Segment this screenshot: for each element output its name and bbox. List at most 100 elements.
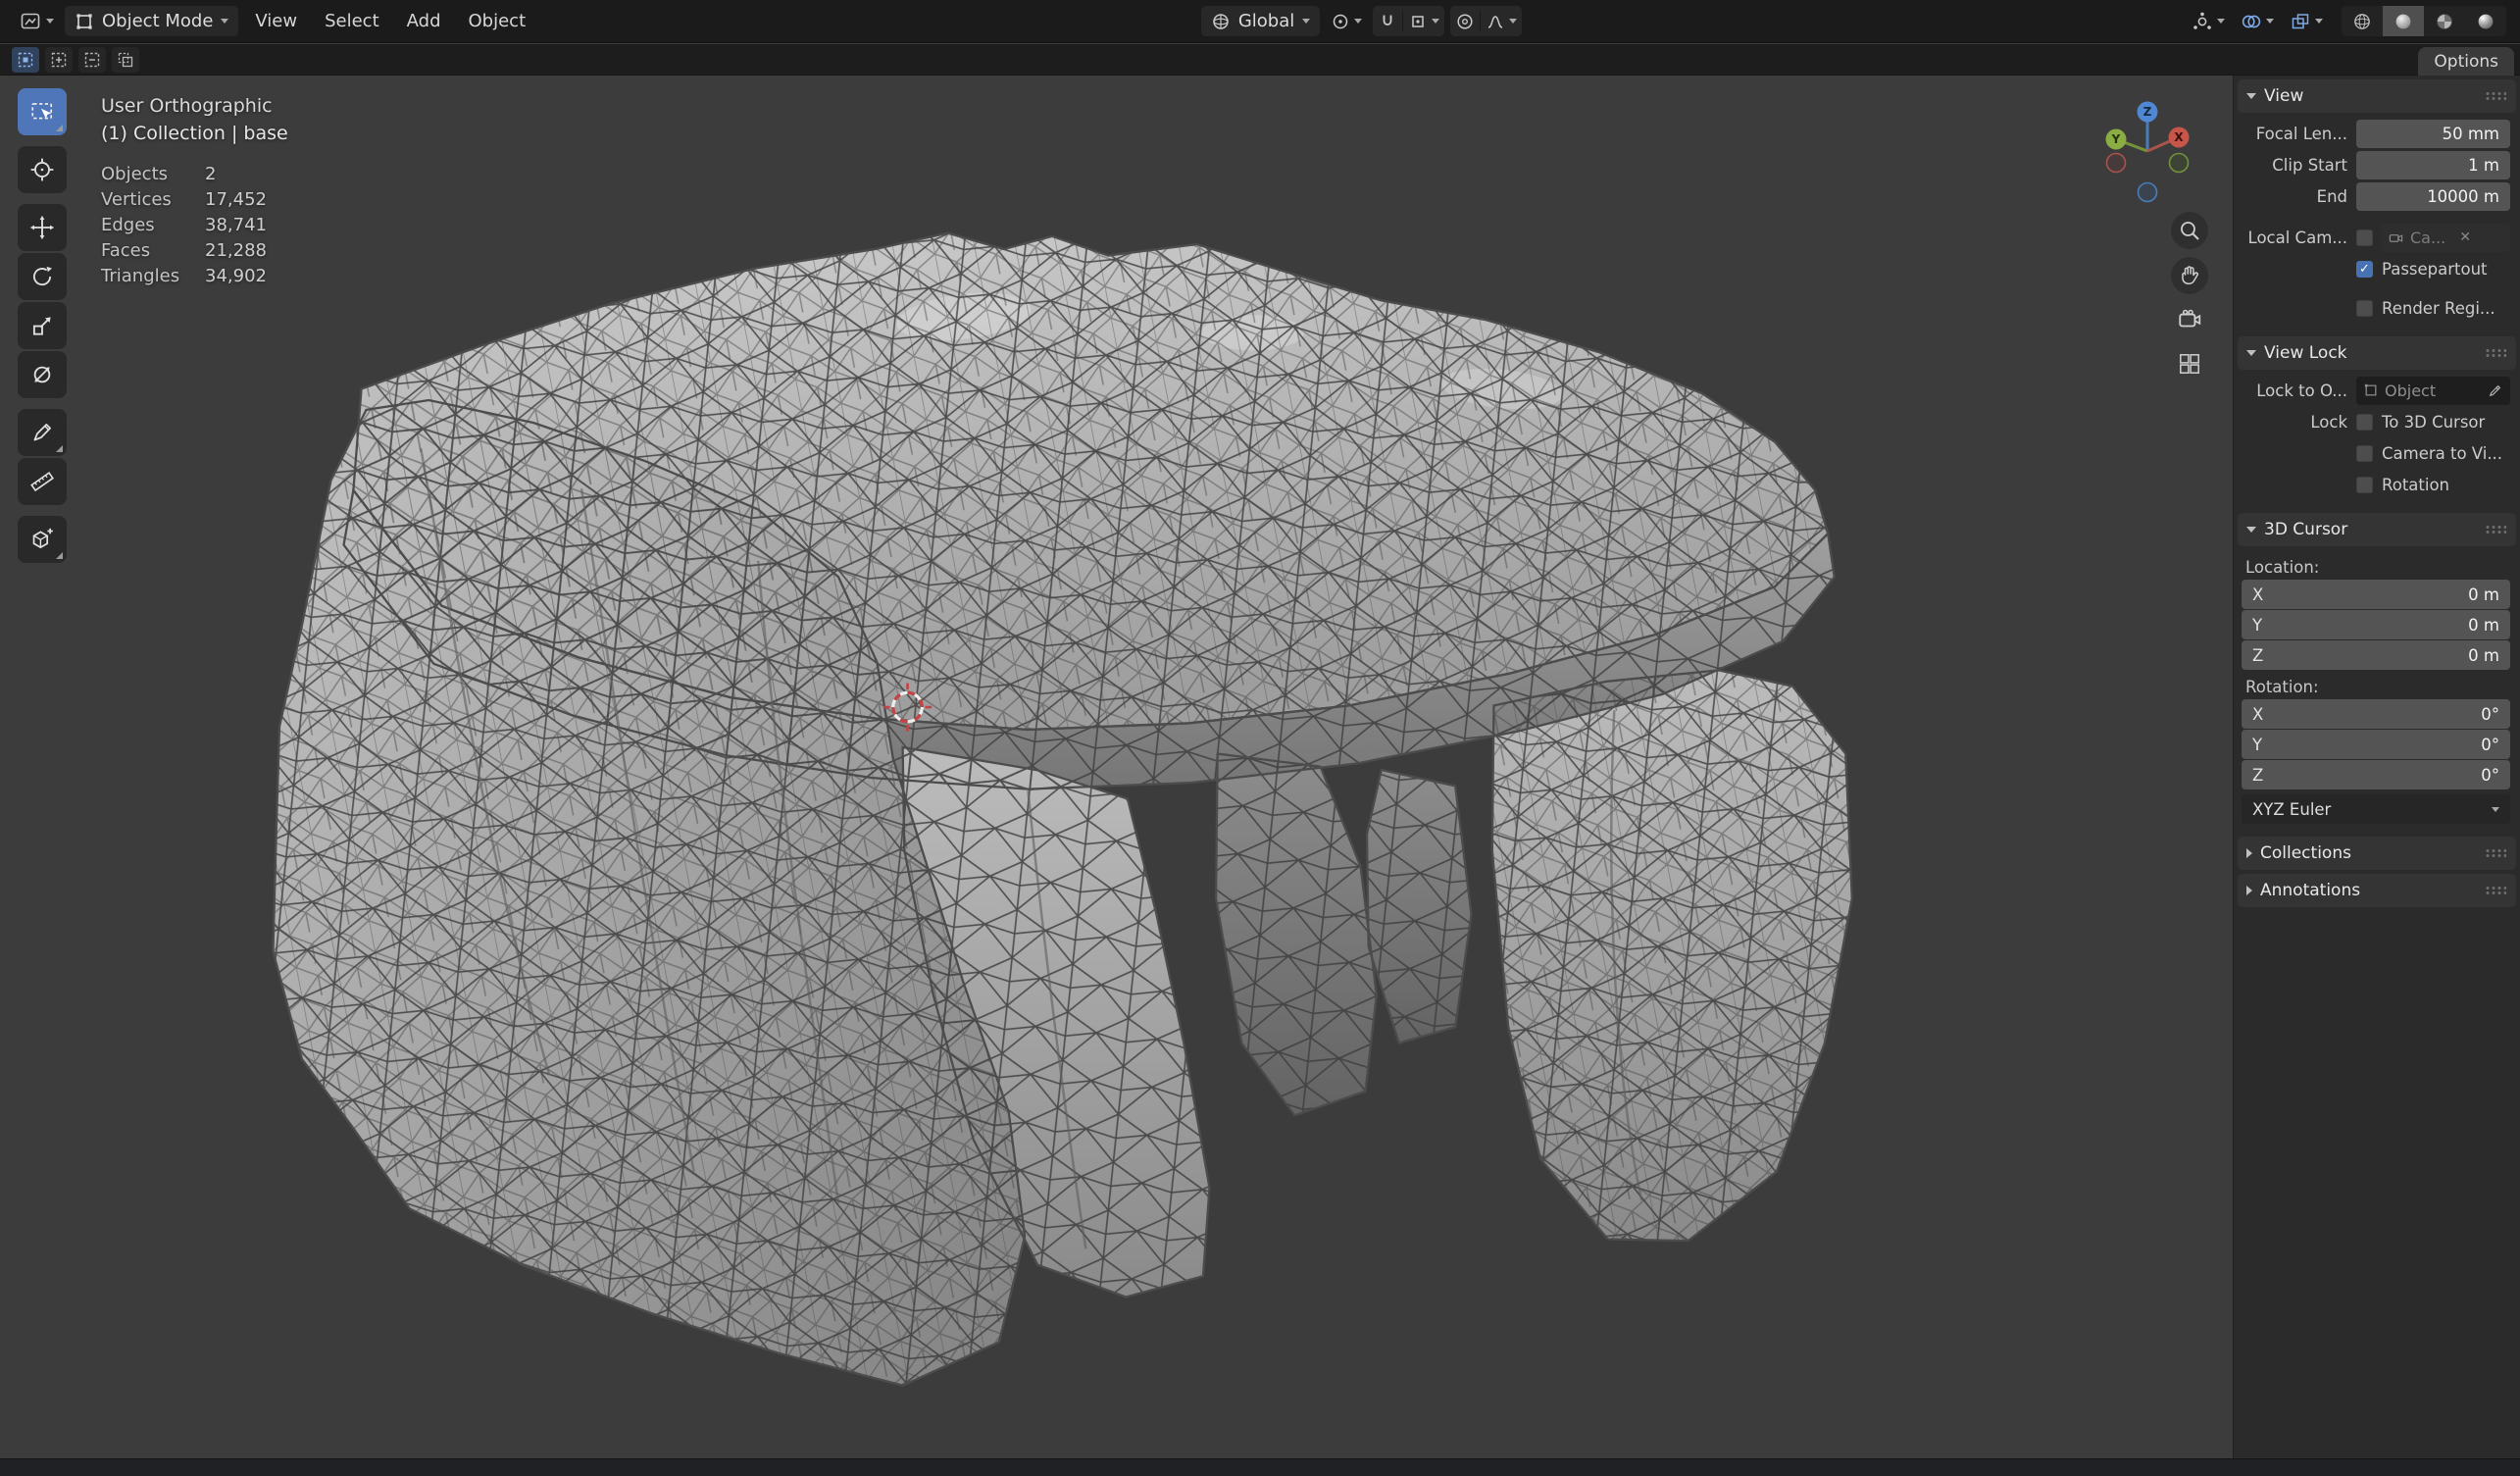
select-mode-set-button[interactable] (12, 47, 39, 73)
eyedropper-icon[interactable] (2489, 383, 2502, 397)
magnet-icon (1378, 12, 1397, 31)
stat-row: Faces21,288 (101, 238, 288, 264)
menu-add[interactable]: Add (396, 6, 452, 36)
proportional-falloff-dropdown[interactable] (1481, 6, 1522, 36)
material-sphere-icon (2435, 12, 2454, 31)
cursor-location-x-field[interactable]: X 0 m (2242, 580, 2510, 609)
clip-end-field[interactable]: 10000 m (2356, 182, 2510, 211)
tool-select-box[interactable] (18, 88, 67, 135)
close-icon[interactable]: ✕ (2459, 229, 2471, 245)
shading-rendered-button[interactable] (2465, 6, 2506, 36)
navigation-gizmo[interactable]: Z Y X (2087, 90, 2208, 212)
transform-orientation-dropdown[interactable]: Global (1201, 6, 1320, 36)
drag-grip-icon[interactable] (2485, 525, 2506, 535)
panel-annotations-header[interactable]: Annotations (2238, 874, 2516, 907)
local-camera-checkbox[interactable] (2356, 229, 2373, 246)
lock-to-object-field[interactable]: Object (2356, 377, 2510, 405)
panel-3d-cursor-header[interactable]: 3D Cursor (2238, 513, 2516, 546)
menu-object[interactable]: Object (458, 6, 537, 36)
tool-cursor[interactable] (18, 146, 67, 193)
lock-to-object-row: Lock to O... Object (2240, 376, 2510, 405)
measure-ruler-icon (29, 469, 55, 494)
panel-view-header[interactable]: View (2238, 79, 2516, 113)
render-region-checkbox[interactable] (2356, 300, 2373, 317)
sidebar-n-panel: View Focal Len... 50 mm Clip Start 1 m (2233, 76, 2520, 1459)
panel-view-lock-header[interactable]: View Lock (2238, 336, 2516, 370)
shading-solid-button[interactable] (2383, 6, 2424, 36)
tool-add-cube[interactable] (18, 516, 67, 563)
show-gizmo-dropdown[interactable] (2187, 6, 2230, 36)
cursor-rotation-z-field[interactable]: Z 0° (2242, 760, 2510, 789)
drag-grip-icon[interactable] (2485, 886, 2506, 896)
cursor-location-y-field[interactable]: Y 0 m (2242, 610, 2510, 639)
toolbar (18, 88, 67, 565)
panel-title: Annotations (2260, 881, 2360, 900)
viewport-shading-segment (2342, 6, 2506, 36)
snap-toggle-button[interactable] (1373, 6, 1402, 36)
select-mode-subtract-button[interactable] (78, 47, 106, 73)
options-tab[interactable]: Options (2418, 47, 2514, 76)
shading-material-button[interactable] (2424, 6, 2465, 36)
stat-row: Edges38,741 (101, 213, 288, 238)
gizmo-axis-y[interactable]: Y (2106, 129, 2127, 150)
panel-title: View Lock (2264, 343, 2347, 363)
camera-view-button[interactable] (2171, 301, 2208, 338)
cursor-location-z-field[interactable]: Z 0 m (2242, 640, 2510, 670)
passepartout-checkbox[interactable]: ✓ (2356, 261, 2373, 278)
focal-length-field[interactable]: 50 mm (2356, 120, 2510, 148)
lock-to-3d-cursor-checkbox[interactable] (2356, 414, 2373, 431)
viewport-3d[interactable]: User Orthographic (1) Collection | base … (0, 76, 2233, 1459)
orientation-label: Global (1238, 11, 1294, 31)
scale-icon (29, 313, 55, 338)
proportional-circle-icon (1455, 12, 1475, 31)
tool-annotate[interactable] (18, 409, 67, 456)
panel-collections-header[interactable]: Collections (2238, 837, 2516, 870)
shading-wireframe-button[interactable] (2342, 6, 2383, 36)
gizmo-axis-neg-z[interactable] (2139, 183, 2157, 202)
tool-rotate[interactable] (18, 253, 67, 300)
snap-target-dropdown[interactable] (1403, 6, 1444, 36)
select-mode-extend-button[interactable] (45, 47, 73, 73)
gizmo-axis-x[interactable]: X (2169, 127, 2190, 148)
tool-measure[interactable] (18, 458, 67, 505)
menu-select[interactable]: Select (314, 6, 390, 36)
cursor-rotation-x-field[interactable]: X 0° (2242, 699, 2510, 729)
xray-toggle-dropdown[interactable] (2285, 6, 2328, 36)
local-camera-field[interactable]: Ca... ✕ (2381, 224, 2510, 252)
camera-icon (2177, 307, 2202, 332)
show-overlays-dropdown[interactable] (2236, 6, 2279, 36)
transform-icon (29, 362, 55, 387)
grid-ortho-icon (2177, 351, 2202, 377)
rotation-mode-dropdown[interactable]: XYZ Euler (2242, 794, 2510, 824)
gizmo-axis-z[interactable]: Z (2138, 102, 2158, 123)
proportional-editing-toggle[interactable] (1450, 6, 1480, 36)
menu-view[interactable]: View (244, 6, 308, 36)
drag-grip-icon[interactable] (2485, 348, 2506, 359)
mode-dropdown[interactable]: Object Mode (65, 6, 238, 36)
perspective-toggle-button[interactable] (2171, 345, 2208, 382)
camera-data-icon (2389, 230, 2403, 245)
camera-to-view-checkbox[interactable] (2356, 445, 2373, 462)
object-data-icon (2364, 383, 2378, 397)
tool-settings-bar: Options (0, 44, 2520, 76)
tool-scale[interactable] (18, 302, 67, 349)
rendered-sphere-icon (2476, 12, 2495, 31)
drag-grip-icon[interactable] (2485, 848, 2506, 859)
gizmo-axis-neg-x[interactable] (2107, 154, 2126, 173)
clip-start-field[interactable]: 1 m (2356, 151, 2510, 179)
select-mode-intersect-button[interactable] (112, 47, 139, 73)
location-label: Location: (2245, 558, 2508, 577)
tool-move[interactable] (18, 204, 67, 251)
gizmos-icon (2192, 11, 2213, 32)
panel-collections: Collections (2234, 837, 2520, 870)
pivot-point-dropdown[interactable] (1326, 6, 1367, 36)
tool-transform[interactable] (18, 351, 67, 398)
mesh-object[interactable] (0, 76, 2233, 1459)
editor-type-button[interactable] (14, 6, 59, 36)
cursor-rotation-y-field[interactable]: Y 0° (2242, 730, 2510, 759)
zoom-button[interactable] (2171, 212, 2208, 249)
lock-rotation-checkbox[interactable] (2356, 477, 2373, 493)
gizmo-axis-neg-y[interactable] (2170, 154, 2189, 173)
pan-button[interactable] (2171, 257, 2208, 294)
drag-grip-icon[interactable] (2485, 91, 2506, 102)
